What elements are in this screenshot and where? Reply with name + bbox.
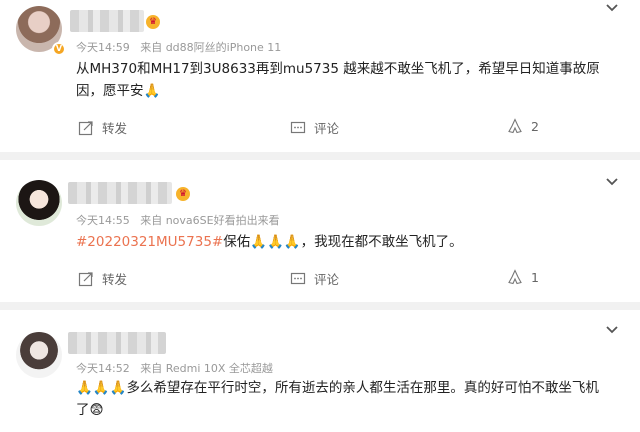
post-time: 今天14:59 (76, 41, 130, 54)
scared-emoji: 😨 (89, 402, 104, 418)
like-button[interactable]: 2 (507, 118, 539, 134)
post-body-post: ，我现在都不敢坐飞机了。 (300, 234, 463, 250)
comment-icon (290, 272, 306, 284)
post-card: V ♛ 今天14:59 来自 dd88阿丝的iPhone 11 从MH370和M… (0, 0, 640, 152)
post-card: 今天14:52 来自 Redmi 10X 全芯超越 🙏🙏🙏多么希望存在平行时空，… (0, 310, 640, 432)
username-blurred[interactable] (70, 10, 144, 32)
comment-label: 评论 (314, 121, 340, 136)
action-bar: 转发 评论 2 (0, 118, 640, 138)
pray-emoji: 🙏🙏🙏 (76, 380, 127, 396)
comment-button[interactable]: 评论 (290, 269, 339, 288)
post-body-pre: 保佑 (223, 234, 251, 250)
chevron-down-icon[interactable] (606, 324, 618, 336)
forward-button[interactable]: 转发 (78, 118, 127, 137)
post-text: #20220321MU5735#保佑🙏🙏🙏，我现在都不敢坐飞机了。 (76, 231, 606, 253)
like-count: 2 (531, 118, 539, 134)
hashtag-link[interactable]: #20220321MU5735# (76, 234, 223, 250)
member-icon: ♛ (176, 187, 190, 201)
comment-button[interactable]: 评论 (290, 118, 339, 137)
pray-emoji: 🙏🙏🙏 (250, 234, 301, 250)
forward-icon (78, 271, 93, 286)
verified-badge: V (52, 42, 66, 56)
comment-label: 评论 (314, 272, 340, 287)
post-card: ♛ 今天14:55 来自 nova6SE好看拍出来看 #20220321MU57… (0, 160, 640, 302)
post-meta: 今天14:52 来自 Redmi 10X 全芯超越 (76, 360, 273, 376)
like-icon (508, 269, 522, 285)
post-source: 来自 nova6SE好看拍出来看 (140, 214, 280, 227)
pray-emoji: 🙏 (143, 83, 161, 99)
like-count: 1 (531, 269, 539, 285)
like-icon (508, 118, 522, 134)
avatar[interactable] (16, 180, 62, 226)
post-time: 今天14:55 (76, 214, 130, 227)
forward-icon (78, 120, 93, 135)
avatar[interactable] (16, 332, 62, 378)
post-body: 多么希望存在平行时空，所有逝去的亲人都生活在那里。真的好可怕不敢坐飞机了 (76, 380, 599, 418)
comment-icon (290, 121, 306, 133)
chevron-down-icon[interactable] (606, 2, 618, 14)
post-meta: 今天14:55 来自 nova6SE好看拍出来看 (76, 212, 280, 228)
post-meta: 今天14:59 来自 dd88阿丝的iPhone 11 (76, 39, 281, 55)
post-source: 来自 dd88阿丝的iPhone 11 (140, 41, 282, 54)
post-text: 从MH370和MH17到3U8633再到mu5735 越来越不敢坐飞机了，希望早… (76, 58, 606, 102)
post-text: 🙏🙏🙏多么希望存在平行时空，所有逝去的亲人都生活在那里。真的好可怕不敢坐飞机了😨 (76, 377, 606, 421)
chevron-down-icon[interactable] (606, 176, 618, 188)
action-bar: 转发 评论 1 (0, 269, 640, 289)
username-blurred[interactable] (68, 182, 172, 204)
username-blurred[interactable] (68, 332, 166, 354)
post-time: 今天14:52 (76, 362, 130, 375)
like-button[interactable]: 1 (507, 269, 539, 285)
forward-label: 转发 (102, 272, 128, 287)
post-source: 来自 Redmi 10X 全芯超越 (140, 362, 273, 375)
forward-button[interactable]: 转发 (78, 269, 127, 288)
forward-label: 转发 (102, 121, 128, 136)
member-icon: ♛ (146, 15, 160, 29)
